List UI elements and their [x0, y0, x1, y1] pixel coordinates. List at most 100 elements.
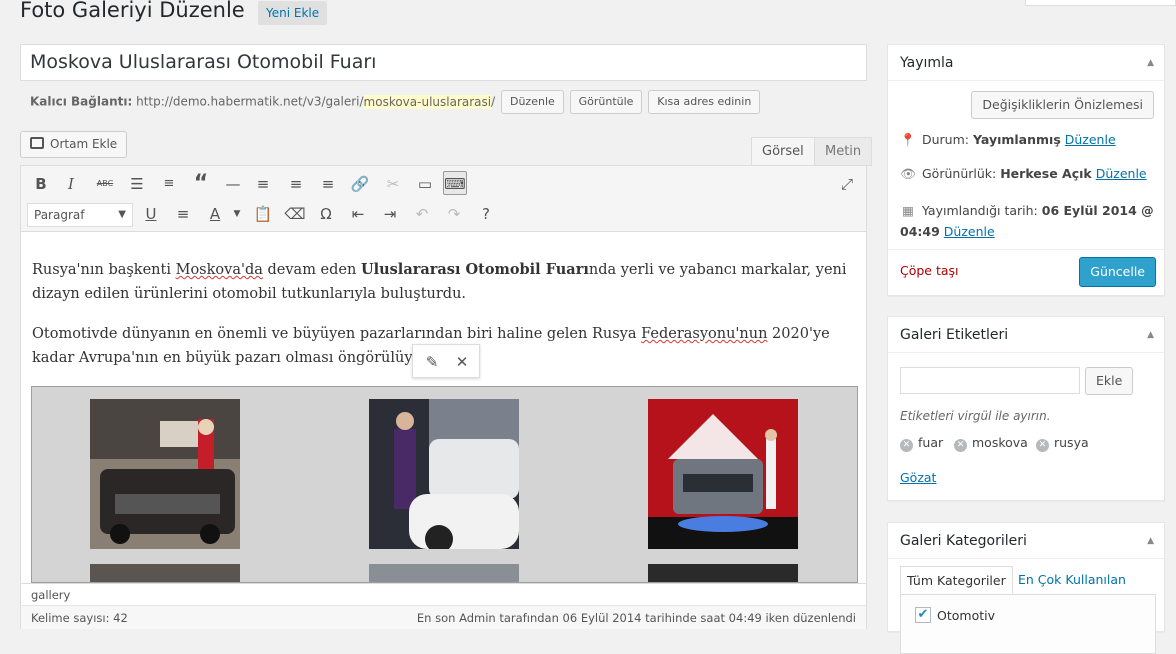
- tab-text[interactable]: Metin: [814, 137, 873, 166]
- gallery-image-4[interactable]: [90, 564, 240, 582]
- tab-all-categories[interactable]: Tüm Kategoriler: [900, 566, 1013, 594]
- page-title: Foto Galeriyi Düzenle: [20, 0, 245, 22]
- publish-date-row: ▦ Yayımlandığı tarih: 06 Eylül 2014 @04:4…: [900, 200, 1154, 242]
- screen-options-tab[interactable]: [1025, 0, 1176, 6]
- preview-changes-button[interactable]: Değişikliklerin Önizlemesi: [971, 91, 1154, 119]
- edit-date-link[interactable]: Düzenle: [944, 224, 995, 239]
- permalink-row: Kalıcı Bağlantı: http://demo.habermatik.…: [30, 90, 761, 114]
- edit-permalink-button[interactable]: Düzenle: [500, 90, 564, 114]
- gallery-image-6[interactable]: [648, 564, 798, 582]
- format-select[interactable]: Paragraf ▼: [27, 203, 133, 227]
- categories-box: Galeri Kategorileri ▲ Tüm Kategoriler En …: [887, 522, 1165, 654]
- align-left-icon[interactable]: ≡: [251, 172, 275, 196]
- collapse-icon[interactable]: ▲: [1147, 45, 1154, 81]
- paragraph-1: Rusya'nın başkenti Moskova'da devam eden…: [32, 261, 847, 302]
- strikethrough-icon[interactable]: ABC: [93, 172, 117, 196]
- gallery-image-5[interactable]: [369, 564, 519, 582]
- read-more-icon[interactable]: ▭: [413, 172, 437, 196]
- tag-hint: Etiketleri virgül ile ayırın.: [900, 409, 1051, 423]
- editor-status-bar: Kelime sayısı: 42 En son Admin tarafında…: [21, 605, 866, 629]
- redo-icon[interactable]: ↷: [442, 202, 466, 226]
- tag-input[interactable]: [900, 367, 1080, 394]
- blockquote-icon[interactable]: “: [189, 172, 213, 196]
- numbered-list-icon[interactable]: ≡: [157, 172, 181, 196]
- add-tag-button[interactable]: Ekle: [1085, 367, 1134, 395]
- bullet-list-icon[interactable]: ☰: [125, 172, 149, 196]
- remove-tag-icon[interactable]: ✕: [954, 439, 967, 452]
- tags-box: Galeri Etiketleri ▲ Ekle Etiketleri virgü…: [887, 316, 1165, 501]
- tag-chip: ✕ moskova: [954, 435, 1028, 452]
- permalink-url-base[interactable]: http://demo.habermatik.net/v3/galeri/: [136, 95, 363, 109]
- align-right-icon[interactable]: ≡: [316, 172, 340, 196]
- tab-visual[interactable]: Görsel: [751, 137, 815, 166]
- gallery-block[interactable]: [31, 386, 858, 583]
- pin-icon: 📍: [900, 132, 916, 147]
- tab-most-used[interactable]: En Çok Kullanılan: [1012, 566, 1132, 594]
- category-tabs: Tüm Kategoriler En Çok Kullanılan: [900, 566, 1156, 596]
- browse-tags-link[interactable]: Gözat: [900, 470, 936, 485]
- tag-chip: ✕ fuar: [900, 435, 943, 452]
- bold-icon[interactable]: B: [29, 172, 53, 196]
- remove-tag-icon[interactable]: ✕: [900, 439, 913, 452]
- add-new-button[interactable]: Yeni Ekle: [258, 1, 328, 25]
- editor-toolbar: B I ABC ☰ ≡ “ — ≡ ≡ ≡ 🔗 ✂ ▭ ⌨ ⤢ Paragraf…: [21, 166, 866, 232]
- toolbar-toggle-icon[interactable]: ⌨: [443, 171, 467, 195]
- move-to-trash-link[interactable]: Çöpe taşı: [900, 263, 959, 278]
- permalink-slug[interactable]: moskova-uluslararasi: [363, 94, 492, 109]
- categories-box-header[interactable]: Galeri Kategorileri ▲: [888, 523, 1164, 559]
- permalink-label: Kalıcı Bağlantı:: [30, 94, 133, 109]
- edit-visibility-link[interactable]: Düzenle: [1096, 166, 1147, 181]
- unlink-icon[interactable]: ✂: [381, 172, 405, 196]
- remove-gallery-icon[interactable]: ✕: [450, 351, 474, 373]
- visibility-row: 👁 Görünürlük: Herkese Açık Düzenle: [900, 166, 1147, 181]
- text-color-dropdown-icon[interactable]: ▼: [225, 202, 249, 226]
- word-count: Kelime sayısı: 42: [31, 611, 128, 625]
- gallery-image-2[interactable]: [369, 399, 519, 549]
- view-post-button[interactable]: Görüntüle: [569, 90, 643, 114]
- category-list: ✔ Otomotiv: [900, 594, 1156, 654]
- visibility-value: Herkese Açık: [1000, 166, 1092, 181]
- align-center-icon[interactable]: ≡: [284, 172, 308, 196]
- special-character-icon[interactable]: Ω: [314, 202, 338, 226]
- status-value: Yayımlanmış: [972, 132, 1061, 147]
- publish-box-header[interactable]: Yayımla ▲: [888, 45, 1164, 81]
- tags-box-header[interactable]: Galeri Etiketleri ▲: [888, 317, 1164, 353]
- text-color-icon[interactable]: A: [203, 202, 227, 226]
- indent-icon[interactable]: ⇥: [378, 202, 402, 226]
- outdent-icon[interactable]: ⇤: [346, 202, 370, 226]
- edit-status-link[interactable]: Düzenle: [1065, 132, 1116, 147]
- status-row: 📍 Durum: Yayımlanmış Düzenle: [900, 132, 1116, 147]
- paste-text-icon[interactable]: 📋: [251, 202, 275, 226]
- calendar-icon: ▦: [902, 203, 914, 218]
- add-media-label: Ortam Ekle: [50, 137, 118, 151]
- gallery-image-1[interactable]: [90, 399, 240, 549]
- publish-date-value-2: 04:49: [900, 224, 940, 239]
- justify-icon[interactable]: ≡: [171, 202, 195, 226]
- publish-date-value-1: 06 Eylül 2014 @: [1041, 203, 1154, 218]
- category-checkbox[interactable]: ✔: [915, 607, 931, 623]
- media-icon: [30, 137, 44, 149]
- collapse-icon[interactable]: ▲: [1147, 317, 1154, 353]
- italic-icon[interactable]: I: [59, 172, 83, 196]
- category-label: Otomotiv: [937, 608, 995, 623]
- element-path: gallery: [21, 583, 866, 605]
- permalink-url-end: /: [491, 94, 496, 109]
- edit-gallery-icon[interactable]: ✎: [420, 351, 444, 373]
- clear-formatting-icon[interactable]: ⌫: [283, 202, 307, 226]
- update-button[interactable]: Güncelle: [1079, 257, 1156, 287]
- help-icon[interactable]: ?: [474, 202, 498, 226]
- gallery-image-3[interactable]: [648, 399, 798, 549]
- eye-icon: 👁: [900, 166, 916, 181]
- underline-icon[interactable]: U: [139, 202, 163, 226]
- collapse-icon[interactable]: ▲: [1147, 523, 1154, 559]
- chevron-down-icon: ▼: [118, 209, 126, 220]
- fullscreen-icon[interactable]: ⤢: [835, 172, 859, 196]
- gallery-inline-toolbar: ✎ ✕: [412, 344, 480, 378]
- get-shortlink-button[interactable]: Kısa adres edinin: [648, 90, 761, 114]
- add-media-button[interactable]: Ortam Ekle: [20, 131, 128, 158]
- horizontal-line-icon[interactable]: —: [221, 172, 245, 196]
- remove-tag-icon[interactable]: ✕: [1036, 439, 1049, 452]
- link-icon[interactable]: 🔗: [348, 172, 372, 196]
- undo-icon[interactable]: ↶: [410, 202, 434, 226]
- post-title-input[interactable]: Moskova Uluslararası Otomobil Fuarı: [20, 44, 867, 81]
